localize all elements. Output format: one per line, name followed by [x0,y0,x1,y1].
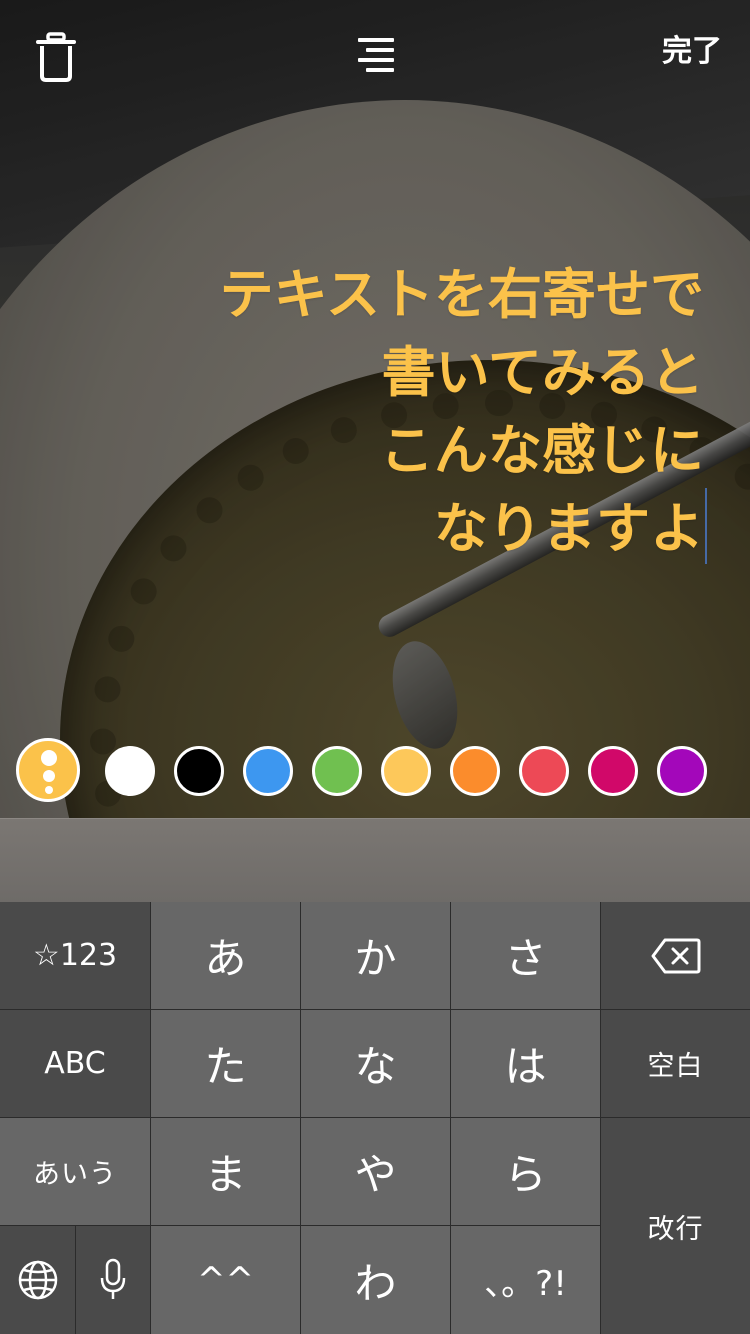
key-punctuation[interactable]: 、。?! [451,1226,600,1334]
color-swatch-blue[interactable] [243,746,293,796]
story-text-line: 書いてみると [381,341,704,404]
microphone-key[interactable] [76,1226,150,1334]
color-palette [0,738,750,804]
key-ha[interactable]: は [451,1010,600,1117]
color-swatch-green[interactable] [312,746,362,796]
color-swatch-magenta[interactable] [588,746,638,796]
return-key[interactable]: 改行 [601,1118,750,1334]
color-swatch-yellow[interactable] [381,746,431,796]
delete-key[interactable] [601,902,750,1009]
trash-icon [36,32,76,82]
color-swatch-red[interactable] [519,746,569,796]
dot-icon [41,750,57,766]
story-text-line: テキストを右寄せで [219,263,704,326]
align-right-icon [358,38,394,72]
dot-icon [45,786,53,794]
globe-icon [18,1260,57,1300]
text-cursor [705,488,707,564]
text-align-button[interactable] [354,36,398,78]
dot-icon [43,770,55,782]
story-text-field[interactable]: テキストを右寄せで 書いてみると こんな感じに なりますよ [104,256,704,568]
top-toolbar: 完了 [0,0,750,110]
trash-button[interactable] [34,32,78,82]
key-wa[interactable]: わ [301,1226,450,1334]
space-key[interactable]: 空白 [601,1010,750,1117]
key-sa[interactable]: さ [451,902,600,1009]
story-text-line: こんな感じに [380,419,704,482]
done-button[interactable]: 完了 [662,30,722,74]
globe-key[interactable] [0,1226,75,1334]
color-swatch-black[interactable] [174,746,224,796]
key-hiragana[interactable]: あいう [0,1118,150,1225]
color-swatch-orange[interactable] [450,746,500,796]
story-text-line: なりますよ [434,497,704,560]
key-ka[interactable]: か [301,902,450,1009]
key-dakuten[interactable]: ^^ [151,1226,300,1334]
japanese-flick-keyboard: ☆123 あ か さ ABC た な は 空白 あいう ま や ら 改行 ^^ … [0,902,750,1334]
color-swatch-white[interactable] [105,746,155,796]
key-abc[interactable]: ABC [0,1010,150,1117]
key-ta[interactable]: た [151,1010,300,1117]
key-ya[interactable]: や [301,1118,450,1225]
key-a[interactable]: あ [151,902,300,1009]
color-picker-toggle[interactable] [16,738,80,802]
delete-icon [651,938,700,973]
color-swatch-purple[interactable] [657,746,707,796]
key-ma[interactable]: ま [151,1118,300,1225]
microphone-icon [100,1258,126,1299]
keyboard-candidate-bar [0,818,750,902]
key-ra[interactable]: ら [451,1118,600,1225]
key-na[interactable]: な [301,1010,450,1117]
key-numbers[interactable]: ☆123 [0,902,150,1009]
